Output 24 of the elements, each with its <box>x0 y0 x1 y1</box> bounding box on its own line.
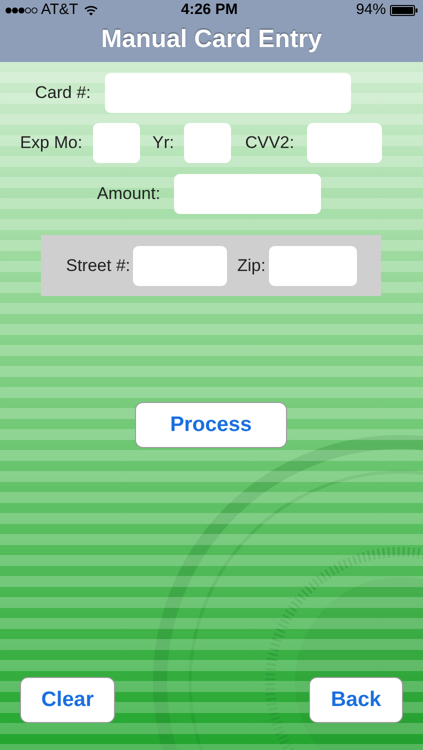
card-number-field[interactable] <box>104 73 351 113</box>
field-label: Amount: <box>97 183 160 206</box>
battery-icon <box>390 4 418 16</box>
cvv-field[interactable] <box>307 123 382 163</box>
field-label: Card #: <box>35 82 91 104</box>
field-label: CVV2: <box>245 132 294 154</box>
wifi-icon <box>84 4 98 16</box>
battery-percent: 94% <box>356 0 386 20</box>
clear-button[interactable]: Clear <box>20 677 115 723</box>
zip-field[interactable] <box>268 246 357 286</box>
field-label: Street #: <box>66 254 130 277</box>
back-button[interactable]: Back <box>309 677 403 723</box>
field-label: Exp Mo: <box>20 132 82 154</box>
signal-icon <box>5 6 38 14</box>
carrier-name: AT&T <box>41 0 78 20</box>
amount-field[interactable] <box>174 174 322 214</box>
field-label: Yr: <box>152 132 174 154</box>
field-label: Zip: <box>237 254 266 277</box>
screen-title: Manual Card Entry <box>100 24 323 55</box>
process-button[interactable]: Process <box>135 402 287 448</box>
clock-time: 4:26 PM <box>181 0 238 20</box>
year-field[interactable] <box>184 123 232 163</box>
street-number-field[interactable] <box>133 246 228 286</box>
exp-month-field[interactable] <box>93 123 140 163</box>
